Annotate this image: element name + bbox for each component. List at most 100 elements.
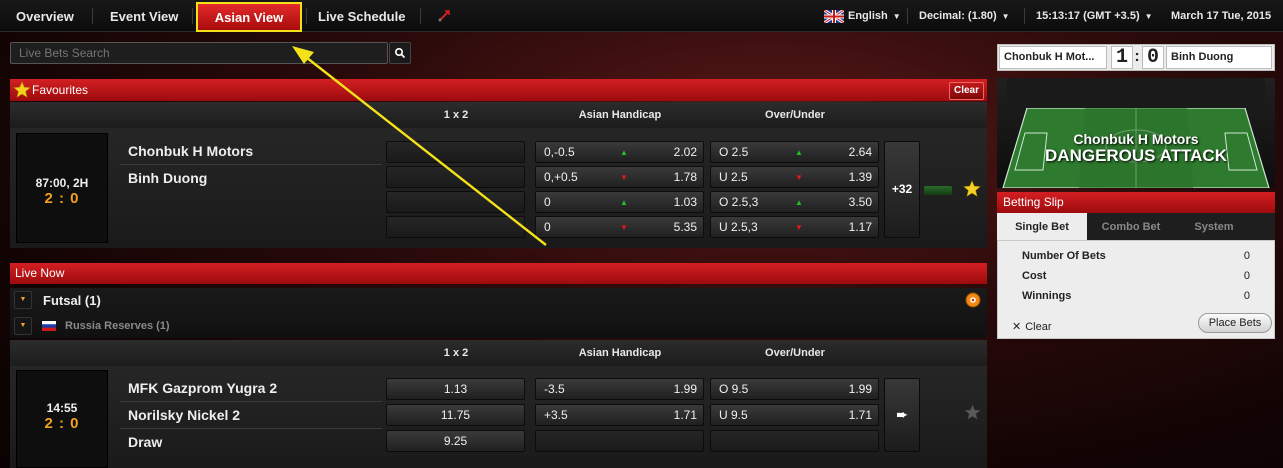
nav-live-schedule[interactable]: Live Schedule	[318, 0, 405, 32]
russia-flag-icon	[42, 320, 56, 331]
asian-handicap-odds[interactable]: 0 ▼ 5.35	[535, 216, 704, 238]
match-time: 14:55	[46, 401, 78, 415]
more-markets-button[interactable]: ➨	[884, 378, 920, 452]
odds-1x2-home[interactable]: 1.13	[386, 378, 525, 400]
nav-event-view[interactable]: Event View	[110, 0, 178, 32]
more-markets-button[interactable]: +32	[884, 141, 920, 238]
uk-flag-icon	[823, 8, 845, 25]
odds-up-icon: ▲	[620, 198, 628, 207]
away-team[interactable]: Binh Duong	[128, 170, 207, 186]
score-separator: :	[1134, 48, 1140, 65]
slip-row-label: Cost	[1022, 270, 1047, 282]
total-line: U 2.5	[719, 170, 748, 184]
odds-value: 1.39	[848, 170, 872, 184]
star-icon	[13, 81, 31, 99]
slip-row-value: 0	[1243, 290, 1250, 302]
league-name[interactable]: Russia Reserves (1)	[65, 320, 170, 332]
slip-row-label: Number Of Bets	[1022, 250, 1106, 262]
annotation-arrow	[292, 46, 547, 246]
odds-value: 11.75	[440, 408, 471, 422]
divider	[120, 401, 382, 402]
odds-down-icon: ▼	[620, 223, 628, 232]
match-score: 2 : 0	[44, 190, 80, 207]
tab-combo-bet[interactable]: Combo Bet	[1087, 213, 1175, 240]
odds-cell-empty	[710, 430, 879, 452]
slip-row-label: Winnings	[1022, 290, 1072, 302]
odds-value: 1.78	[673, 170, 697, 184]
odds-format-label: Decimal: (1.80)	[919, 10, 997, 22]
asian-handicap-odds[interactable]: 0,-0.5 ▲ 2.02	[535, 141, 704, 163]
over-under-odds[interactable]: U 2.5,3 ▼ 1.17	[710, 216, 879, 238]
slip-row-winnings: Winnings 0	[1022, 290, 1250, 302]
place-bets-button[interactable]: Place Bets	[1198, 313, 1272, 333]
favourites-clear-button[interactable]: Clear	[949, 82, 984, 100]
collapse-league-button[interactable]: ▼	[14, 317, 32, 335]
nav-divider	[907, 8, 908, 24]
odds-value: 1.99	[848, 382, 872, 396]
column-asian-handicap: Asian Handicap	[578, 347, 662, 359]
odds-format-selector[interactable]: Decimal: (1.80) ▼	[919, 0, 1010, 32]
stadium-icon[interactable]	[436, 8, 452, 24]
futsal-ball-icon	[965, 292, 981, 308]
tab-single-bet[interactable]: Single Bet	[997, 213, 1087, 240]
nav-asian-view[interactable]: Asian View	[196, 2, 302, 32]
scoreboard-home-score: 1	[1111, 46, 1133, 69]
home-team[interactable]: MFK Gazprom Yugra 2	[128, 380, 277, 396]
live-now-title: Live Now	[15, 266, 65, 280]
favourite-star-icon[interactable]	[963, 180, 981, 198]
chevron-down-icon: ▼	[1001, 12, 1010, 21]
odds-value: 1.17	[848, 220, 872, 234]
timezone-selector[interactable]: 15:13:17 (GMT +3.5) ▼	[1036, 0, 1153, 32]
betting-slip-tabs: Single Bet Combo Bet System	[997, 213, 1275, 240]
slip-row-value: 0	[1243, 270, 1250, 282]
match-time: 87:00, 2H	[35, 176, 89, 190]
asian-handicap-odds[interactable]: -3.5 1.99	[535, 378, 704, 400]
nav-divider	[420, 8, 421, 24]
scoreboard-away-score: 0	[1142, 46, 1164, 69]
total-line: O 2.5,3	[719, 195, 759, 209]
tracker-event: DANGEROUS ATTACK	[1045, 146, 1227, 165]
draw-label: Draw	[128, 434, 163, 450]
total-line: O 9.5	[719, 382, 749, 396]
home-team[interactable]: Chonbuk H Motors	[128, 143, 253, 159]
odds-value: 5.35	[673, 220, 697, 234]
betting-slip-body: Number Of Bets 0 Cost 0 Winnings 0 ✕ Clear P…	[997, 240, 1275, 339]
odds-value: 9.25	[443, 434, 468, 448]
tab-system[interactable]: System	[1175, 213, 1253, 240]
handicap-line: -3.5	[544, 382, 565, 396]
over-under-odds[interactable]: O 9.5 1.99	[710, 378, 879, 400]
odds-cell-empty	[535, 430, 704, 452]
column-over-under: Over/Under	[765, 109, 825, 121]
date-label: March 17 Tue, 2015	[1171, 10, 1272, 22]
slip-clear-button[interactable]: ✕ Clear	[1012, 320, 1052, 333]
odds-value: 1.71	[673, 408, 697, 422]
over-under-odds[interactable]: O 2.5 ▲ 2.64	[710, 141, 879, 163]
over-under-odds[interactable]: O 2.5,3 ▲ 3.50	[710, 191, 879, 213]
nav-overview[interactable]: Overview	[16, 0, 74, 32]
slip-row-value: 0	[1243, 250, 1250, 262]
over-under-odds[interactable]: U 9.5 1.71	[710, 404, 879, 426]
over-under-odds[interactable]: U 2.5 ▼ 1.39	[710, 166, 879, 188]
nav-divider	[306, 8, 307, 24]
slip-row-cost: Cost 0	[1022, 270, 1250, 282]
asian-handicap-odds[interactable]: 0 ▲ 1.03	[535, 191, 704, 213]
odds-1x2-draw[interactable]: 9.25	[386, 430, 525, 452]
odds-1x2-away[interactable]: 11.75	[386, 404, 525, 426]
favourite-star-icon[interactable]	[964, 404, 981, 421]
total-line: U 9.5	[719, 408, 748, 422]
asian-handicap-odds[interactable]: +3.5 1.71	[535, 404, 704, 426]
column-1x2: 1 x 2	[443, 347, 469, 359]
column-over-under: Over/Under	[765, 347, 825, 359]
odds-value: 3.50	[848, 195, 872, 209]
odds-up-icon: ▲	[620, 148, 628, 157]
odds-down-icon: ▼	[620, 173, 628, 182]
odds-value: 1.13	[443, 382, 468, 396]
away-team[interactable]: Norilsky Nickel 2	[128, 407, 240, 423]
sport-name[interactable]: Futsal (1)	[43, 293, 101, 308]
handicap-line: +3.5	[544, 408, 568, 422]
language-selector[interactable]: English ▼	[848, 0, 901, 32]
asian-handicap-odds[interactable]: 0,+0.5 ▼ 1.78	[535, 166, 704, 188]
match-tracker-field: Chonbuk H Motors DANGEROUS ATTACK	[997, 78, 1275, 188]
live-stats-icon[interactable]	[924, 186, 952, 195]
collapse-sport-button[interactable]: ▼	[14, 291, 32, 309]
